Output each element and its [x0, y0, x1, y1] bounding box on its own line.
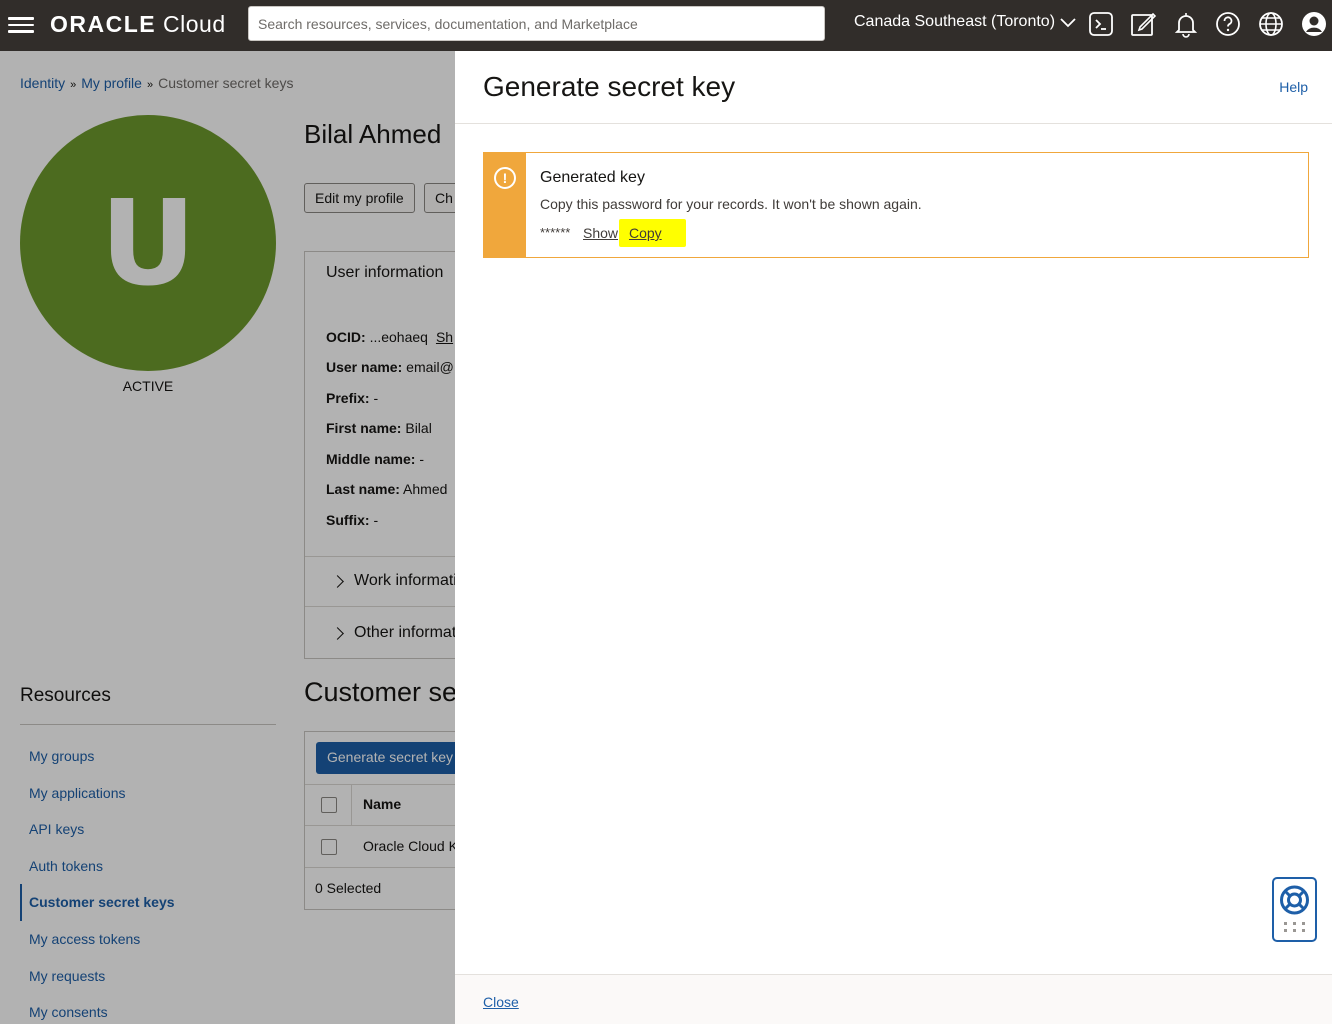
masked-key: ****** [540, 225, 571, 240]
alert-stripe: ! [484, 153, 526, 257]
user-profile-icon[interactable] [1300, 10, 1328, 38]
region-label: Canada Southeast (Toronto) [854, 13, 1056, 30]
edit-icon[interactable] [1129, 10, 1157, 38]
warning-icon: ! [494, 167, 516, 189]
generated-key-alert: ! Generated key Copy this password for y… [483, 152, 1309, 258]
close-link[interactable]: Close [483, 994, 519, 1010]
help-widget-button[interactable] [1272, 877, 1317, 942]
show-key-link[interactable]: Show [583, 225, 618, 241]
alert-message: Copy this password for your records. It … [540, 196, 922, 212]
generate-secret-key-panel: Generate secret key Help ! Generated key… [455, 51, 1332, 1024]
cloud-shell-icon[interactable] [1087, 10, 1115, 38]
oracle-cloud-logo[interactable]: ORACLE Cloud [50, 11, 226, 38]
panel-header: Generate secret key Help [455, 51, 1332, 124]
help-icon[interactable] [1214, 10, 1242, 38]
lifebuoy-icon [1280, 885, 1309, 932]
alert-title: Generated key [540, 169, 645, 186]
search-box[interactable] [248, 6, 825, 41]
chevron-down-icon [1060, 18, 1076, 28]
copy-key-link[interactable]: Copy [629, 225, 662, 241]
help-link[interactable]: Help [1279, 79, 1308, 95]
brand-bold: ORACLE [50, 11, 157, 37]
globe-icon[interactable] [1257, 10, 1285, 38]
region-selector[interactable]: Canada Southeast (Toronto) [854, 13, 1077, 31]
brand-light: Cloud [163, 11, 226, 37]
search-input[interactable] [258, 16, 815, 32]
panel-title: Generate secret key [483, 71, 736, 102]
top-bar: ORACLE Cloud Canada Southeast (Toronto) [0, 0, 1332, 51]
panel-footer: Close [455, 974, 1332, 1024]
modal-backdrop[interactable] [0, 51, 455, 1024]
menu-icon[interactable] [8, 13, 34, 37]
bell-icon[interactable] [1172, 10, 1200, 38]
